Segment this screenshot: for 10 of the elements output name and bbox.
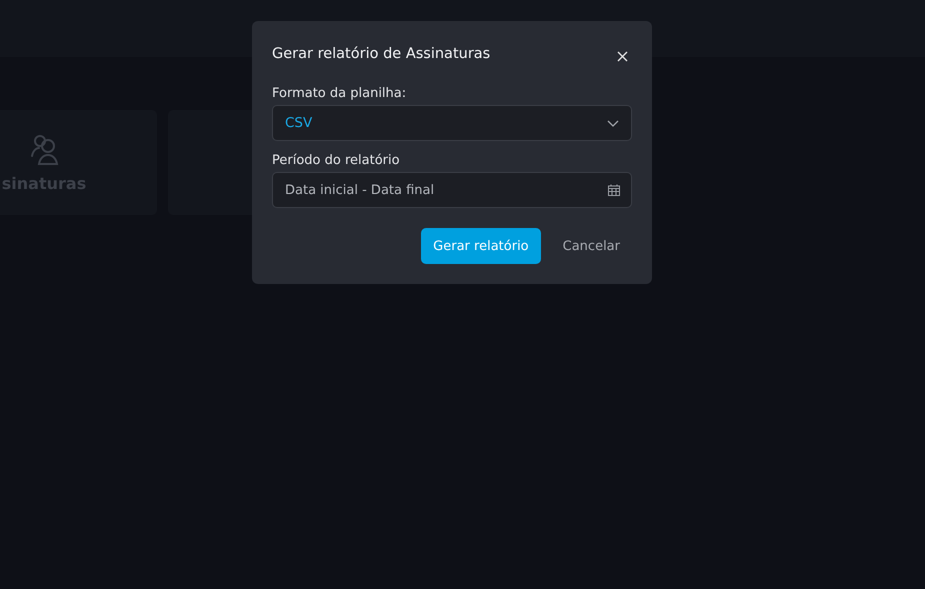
format-select[interactable]: CSV [272, 105, 632, 141]
close-icon[interactable] [617, 51, 628, 62]
cancel-button[interactable]: Cancelar [550, 228, 632, 264]
users-icon [29, 132, 59, 166]
date-range-field[interactable]: Data inicial - Data final [272, 172, 632, 208]
chevron-down-icon [607, 120, 619, 126]
field-label: Período do relatório [272, 153, 401, 168]
dialog-title: Gerar relatório de Assinaturas [272, 46, 490, 62]
calendar-icon [608, 184, 620, 196]
field-label: Formato da planilha: [272, 86, 408, 101]
